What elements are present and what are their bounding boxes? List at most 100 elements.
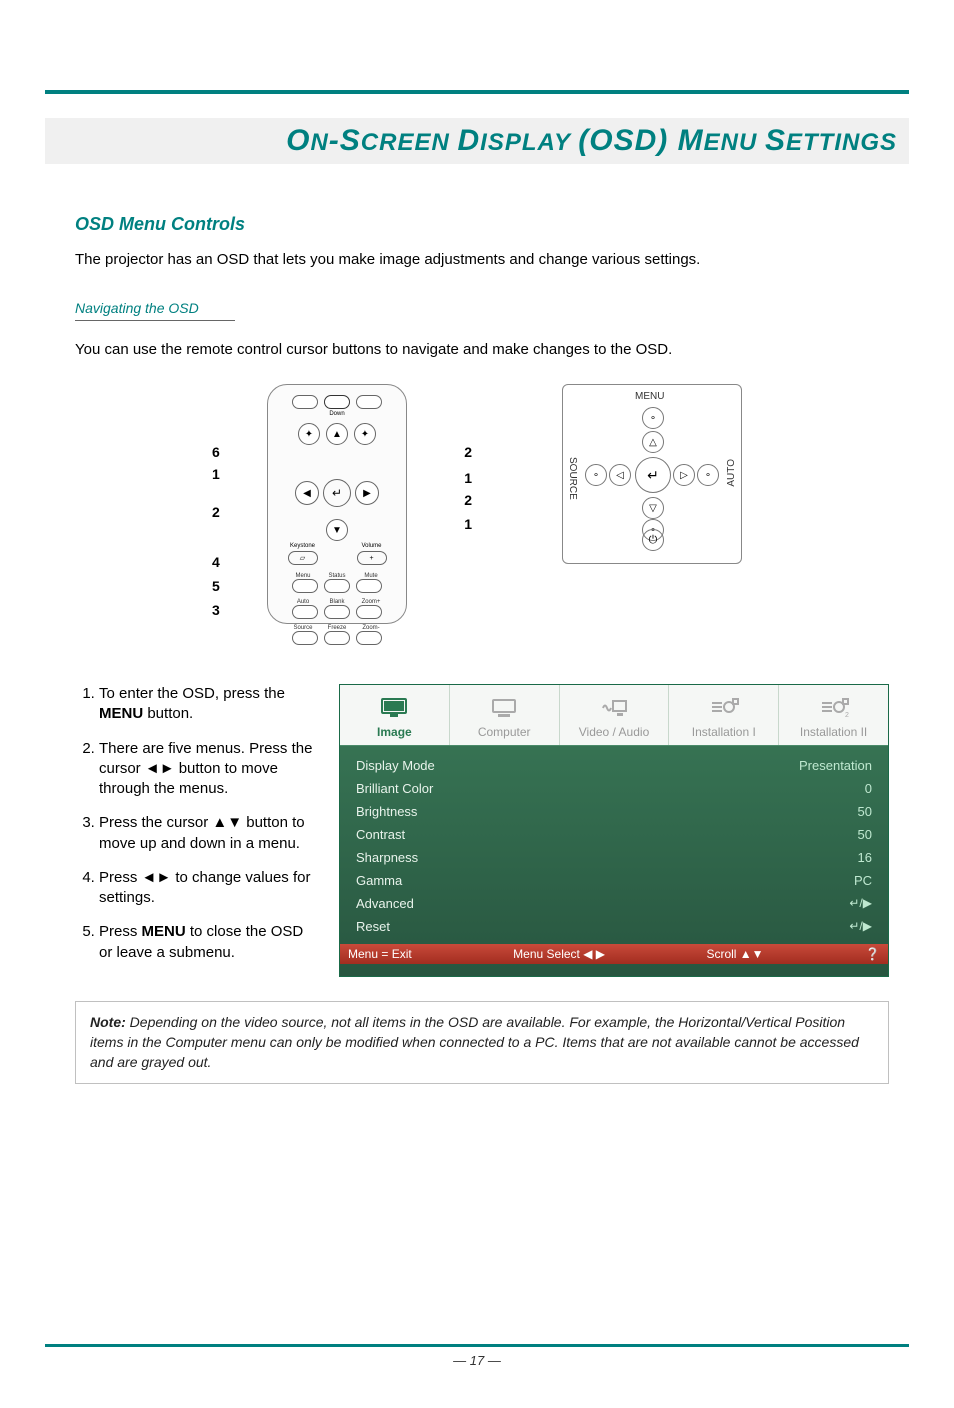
step-5: Press MENU to close the OSD or leave a s…	[99, 922, 315, 963]
steps-and-osd: To enter the OSD, press the MENU button.…	[75, 684, 889, 977]
osd-row: Brilliant Color0	[354, 777, 874, 800]
osd-tab-install2: 2 Installation II	[779, 685, 888, 745]
step-4: Press ◄► to change values for settings.	[99, 868, 315, 909]
computer-icon	[452, 695, 557, 721]
step-1: To enter the OSD, press the MENU button.	[99, 684, 315, 725]
remote-top-button	[292, 395, 318, 409]
panel-power-button: ⏻	[642, 529, 664, 551]
remote-zoomminus-button	[356, 631, 382, 645]
remote-zoomplus-button	[356, 605, 382, 619]
osd-footer-scroll: Scroll ▲▼	[706, 947, 763, 961]
callout-left-2: 2	[212, 504, 220, 520]
install2-icon: 2	[781, 695, 886, 721]
osd-footer: Menu = Exit Menu Select ◀ ▶ Scroll ▲▼ ❔	[340, 944, 888, 964]
osd-tab-label: Image	[377, 725, 412, 739]
video-audio-icon	[562, 695, 667, 721]
osd-tab-label: Video / Audio	[579, 725, 650, 739]
osd-rows: Display ModePresentation Brilliant Color…	[340, 746, 888, 944]
panel-label-auto: AUTO	[726, 459, 737, 487]
osd-footer-select: Menu Select ◀ ▶	[513, 947, 605, 961]
remote-mute-button	[356, 579, 382, 593]
note-text: Depending on the video source, not all i…	[90, 1014, 859, 1071]
remote-up-button: ▲	[326, 423, 348, 445]
remote-right-button: ▶	[355, 481, 379, 505]
remote-freeze-button	[324, 631, 350, 645]
section-heading: OSD Menu Controls	[75, 214, 909, 235]
remote-blank-button	[324, 605, 350, 619]
panel-down-button: ▽	[642, 497, 664, 519]
remote-top-button-2	[356, 395, 382, 409]
remote-hint-right: ✦	[354, 423, 376, 445]
remote-left-button: ◀	[295, 481, 319, 505]
steps-list: To enter the OSD, press the MENU button.…	[75, 684, 315, 977]
panel-auto-dot: ∘	[697, 464, 719, 486]
osd-footer-exit: Menu = Exit	[348, 947, 412, 961]
bottom-rule	[45, 1344, 909, 1347]
panel-up-button: △	[642, 431, 664, 453]
panel-menu-dot: ∘	[642, 407, 664, 429]
osd-row: GammaPC	[354, 869, 874, 892]
nav-intro: You can use the remote control cursor bu…	[75, 339, 909, 360]
osd-row: Reset↵/▶	[354, 915, 874, 938]
callout-left-6: 6	[212, 444, 220, 460]
callout-left-3: 3	[212, 602, 220, 618]
intro-paragraph: The projector has an OSD that lets you m…	[75, 249, 909, 270]
page-number: — 17 —	[45, 1353, 909, 1368]
osd-row: Display ModePresentation	[354, 754, 874, 777]
monitor-icon	[342, 695, 447, 721]
osd-row: Brightness50	[354, 800, 874, 823]
diagram-row: 2 1 2 1 6 1 2 4 5 3 Down ✦	[45, 384, 909, 634]
osd-tab-install1: Installation I	[669, 685, 779, 745]
callout-right-1a: 1	[464, 470, 472, 486]
remote-status-button	[324, 579, 350, 593]
panel-outline: MENU SOURCE AUTO ∘ △ ∘ ◁ ↵ ▷ ∘ ▽ ∘ ⏻	[562, 384, 742, 564]
callout-right-1b: 1	[464, 516, 472, 532]
remote-enter-button	[324, 395, 350, 409]
osd-tab-label: Installation II	[800, 725, 867, 739]
remote-hint-left: ✦	[298, 423, 320, 445]
osd-tab-label: Computer	[478, 725, 531, 739]
panel-left-button: ◁	[609, 464, 631, 486]
top-rule	[45, 90, 909, 94]
panel-label-menu: MENU	[635, 391, 664, 402]
chapter-title-bar: ON-SCREEN DISPLAY (OSD) MENU SETTINGS	[45, 118, 909, 164]
panel-diagram: MENU SOURCE AUTO ∘ △ ∘ ◁ ↵ ▷ ∘ ▽ ∘ ⏻	[562, 384, 742, 634]
chapter-title: ON-SCREEN DISPLAY (OSD) MENU SETTINGS	[57, 124, 897, 158]
osd-row: Advanced↵/▶	[354, 892, 874, 915]
step-3: Press the cursor ▲▼ button to move up an…	[99, 813, 315, 854]
panel-right-button: ▷	[673, 464, 695, 486]
osd-footer-help-icon: ❔	[865, 947, 880, 961]
osd-tab-computer: Computer	[450, 685, 560, 745]
remote-outline: Down ✦ ▲ ✦ ◀ ↵ ▶ ▼	[267, 384, 407, 624]
callout-left-1: 1	[212, 466, 220, 482]
osd-tabs: Image Computer Video / Audio	[340, 685, 888, 746]
note-box: Note: Depending on the video source, not…	[75, 1001, 889, 1084]
osd-tab-label: Installation I	[692, 725, 756, 739]
osd-screenshot: Image Computer Video / Audio	[339, 684, 889, 977]
svg-text:2: 2	[845, 712, 849, 719]
remote-menu-button	[292, 579, 318, 593]
osd-tab-video-audio: Video / Audio	[560, 685, 670, 745]
remote-volume-button: +	[357, 551, 387, 565]
remote-diagram: 2 1 2 1 6 1 2 4 5 3 Down ✦	[212, 384, 472, 634]
remote-auto-button	[292, 605, 318, 619]
callout-left-4: 4	[212, 554, 220, 570]
remote-label-down: Down	[268, 411, 406, 417]
subheading-rule	[75, 320, 235, 321]
step-2: There are five menus. Press the cursor ◄…	[99, 739, 315, 800]
remote-ok-button: ↵	[323, 479, 351, 507]
remote-label-volume: Volume	[357, 543, 387, 549]
callout-right-2a: 2	[464, 444, 472, 460]
subheading: Navigating the OSD	[75, 300, 909, 316]
remote-source-button	[292, 631, 318, 645]
remote-label-keystone: Keystone	[288, 543, 318, 549]
panel-label-source: SOURCE	[567, 457, 578, 500]
page: ON-SCREEN DISPLAY (OSD) MENU SETTINGS OS…	[0, 0, 954, 1408]
remote-dpad: ◀ ↵ ▶	[295, 451, 379, 535]
callout-left-5: 5	[212, 578, 220, 594]
panel-enter-button: ↵	[635, 457, 671, 493]
osd-tab-image: Image	[340, 685, 450, 745]
install1-icon	[671, 695, 776, 721]
osd-row: Sharpness16	[354, 846, 874, 869]
callout-right-2b: 2	[464, 492, 472, 508]
